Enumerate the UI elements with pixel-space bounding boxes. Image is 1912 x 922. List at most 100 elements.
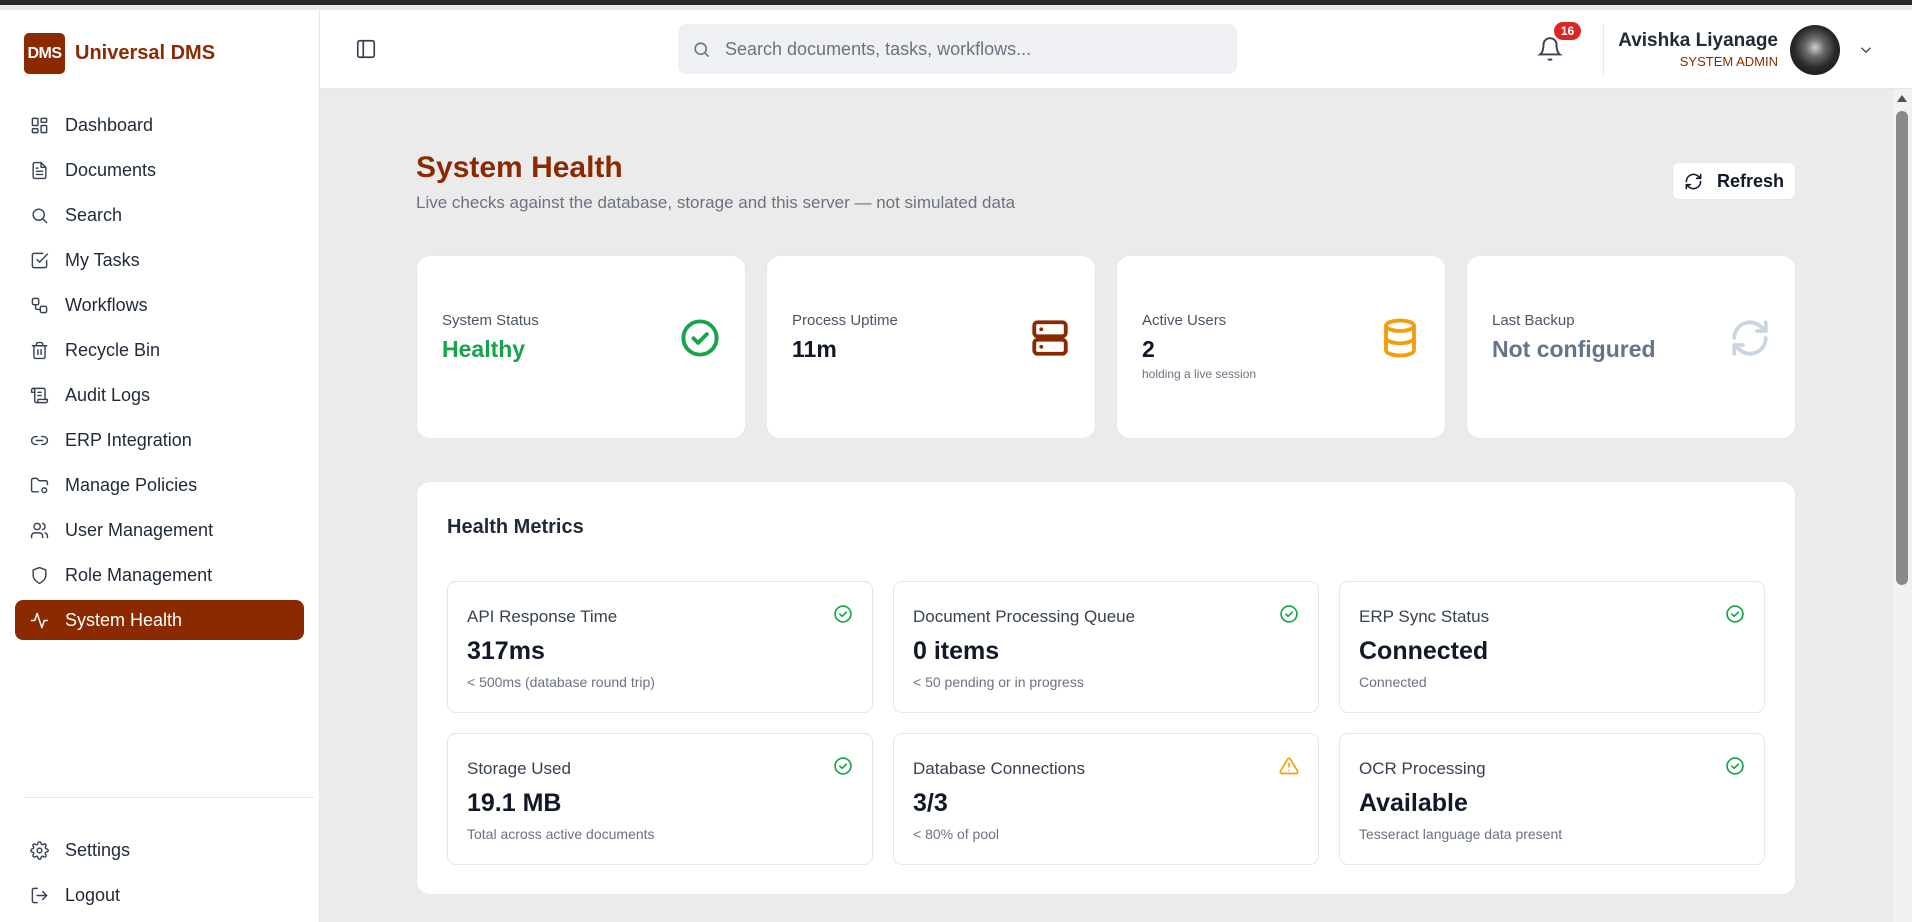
user-info[interactable]: Avishka Liyanage SYSTEM ADMIN — [1618, 30, 1778, 69]
sidebar-item-label: Manage Policies — [65, 474, 198, 495]
notification-count-badge: 16 — [1554, 22, 1581, 40]
scroll-thumb[interactable] — [1896, 111, 1908, 585]
sidebar-item-user-management[interactable]: User Management — [15, 510, 304, 550]
database-icon — [1379, 317, 1421, 359]
sidebar-item-label: Role Management — [65, 564, 213, 585]
health-metrics-title: Health Metrics — [447, 516, 584, 538]
health-metrics-panel: Health Metrics API Response Time 317ms <… — [416, 481, 1796, 895]
check-circle-icon — [679, 317, 721, 359]
scroll-up-arrow[interactable] — [1897, 95, 1907, 102]
activity-icon — [30, 612, 49, 628]
sidebar-toggle-button[interactable] — [355, 38, 377, 60]
check-circle-icon — [1279, 604, 1299, 624]
sidebar-item-audit-logs[interactable]: Audit Logs — [15, 375, 304, 415]
sidebar-item-workflows[interactable]: Workflows — [15, 285, 304, 325]
metric-note: < 80% of pool — [913, 826, 1000, 842]
users-icon — [30, 522, 49, 538]
user-menu-toggle[interactable] — [1857, 41, 1875, 59]
sidebar-bottom-nav: Settings Logout — [15, 830, 304, 920]
metric-note: Total across active documents — [467, 826, 655, 842]
sidebar-item-label: Documents — [65, 159, 157, 180]
sidebar-item-label: Audit Logs — [65, 384, 151, 405]
stat-card-last-backup: Last Backup Not configured — [1466, 255, 1796, 439]
sidebar-item-manage-policies[interactable]: Manage Policies — [15, 465, 304, 505]
metric-card-database-connections: Database Connections 3/3 < 80% of pool — [893, 733, 1319, 865]
warning-triangle-icon — [1279, 756, 1299, 776]
refresh-label: Refresh — [1716, 170, 1785, 191]
sidebar-nav: Dashboard Documents Search My Tasks Work… — [15, 105, 304, 645]
brand[interactable]: DMS Universal DMS — [24, 33, 215, 74]
server-icon — [1029, 317, 1071, 359]
folder-cog-icon — [30, 477, 49, 493]
sidebar-item-label: Workflows — [65, 294, 148, 315]
metric-label: Storage Used — [467, 759, 571, 778]
search-icon — [32, 207, 48, 223]
stat-card-active-users: Active Users 2 holding a live session — [1116, 255, 1446, 439]
metric-card-storage-used: Storage Used 19.1 MB Total across active… — [447, 733, 873, 865]
stat-note: holding a live session — [1142, 367, 1257, 381]
sidebar-item-erp-integration[interactable]: ERP Integration — [15, 420, 304, 460]
check-circle-icon — [833, 604, 853, 624]
workflow-icon — [31, 297, 48, 313]
page-title: System Health — [416, 151, 623, 184]
metric-value: Connected — [1359, 637, 1489, 665]
sidebar-item-dashboard[interactable]: Dashboard — [15, 105, 304, 145]
check-circle-icon — [833, 756, 853, 776]
shield-icon — [32, 566, 47, 584]
metric-note: < 50 pending or in progress — [913, 674, 1084, 690]
page-subtitle: Live checks against the database, storag… — [416, 193, 1016, 212]
header-divider — [1603, 24, 1604, 76]
sidebar-item-my-tasks[interactable]: My Tasks — [15, 240, 304, 280]
panel-left-icon — [356, 39, 376, 59]
check-circle-icon — [1725, 756, 1745, 776]
metric-label: ERP Sync Status — [1359, 607, 1490, 626]
metric-value: 317ms — [467, 637, 545, 665]
sidebar: DMS Universal DMS Dashboard Documents Se… — [0, 10, 320, 922]
metric-note: Connected — [1359, 674, 1427, 690]
sidebar-item-recycle-bin[interactable]: Recycle Bin — [15, 330, 304, 370]
notifications-button[interactable] — [1537, 36, 1565, 64]
user-role: SYSTEM ADMIN — [1679, 54, 1778, 69]
link-icon — [30, 435, 49, 445]
metric-label: API Response Time — [467, 607, 618, 626]
sidebar-item-label: My Tasks — [65, 249, 140, 270]
avatar[interactable] — [1790, 25, 1840, 75]
metric-value: Available — [1359, 789, 1468, 817]
metric-label: Document Processing Queue — [913, 607, 1136, 626]
brand-logo: DMS — [24, 33, 65, 74]
search-bar[interactable] — [678, 24, 1237, 74]
metric-value: 3/3 — [913, 789, 948, 817]
stat-label: Process Uptime — [792, 312, 898, 329]
topbar: 16 Avishka Liyanage SYSTEM ADMIN — [320, 10, 1912, 89]
metric-card-document-processing-queue: Document Processing Queue 0 items < 50 p… — [893, 581, 1319, 713]
sidebar-item-settings[interactable]: Settings — [15, 830, 304, 870]
refresh-icon — [1729, 317, 1771, 359]
gear-icon — [30, 840, 49, 860]
sidebar-item-label: Dashboard — [65, 114, 154, 135]
check-square-icon — [31, 252, 49, 268]
refresh-button[interactable]: Refresh — [1672, 162, 1796, 200]
sidebar-item-logout[interactable]: Logout — [15, 875, 304, 915]
sidebar-item-role-management[interactable]: Role Management — [15, 555, 304, 595]
metric-note: Tesseract language data present — [1359, 826, 1563, 842]
metric-label: OCR Processing — [1359, 759, 1486, 778]
stat-label: System Status — [442, 312, 539, 329]
bell-icon — [1537, 37, 1563, 61]
metric-value: 0 items — [913, 637, 1000, 665]
sidebar-item-label: ERP Integration — [65, 429, 192, 450]
sidebar-item-label: System Health — [65, 609, 183, 630]
stat-card-process-uptime: Process Uptime 11m — [766, 255, 1096, 439]
search-input[interactable] — [725, 38, 1205, 60]
sidebar-item-search[interactable]: Search — [15, 195, 304, 235]
brand-name: Universal DMS — [75, 42, 216, 64]
logout-icon — [31, 887, 48, 903]
sidebar-item-label: Recycle Bin — [65, 339, 161, 360]
sidebar-item-documents[interactable]: Documents — [15, 150, 304, 190]
sidebar-divider — [24, 797, 314, 798]
metric-card-ocr-processing: OCR Processing Available Tesseract langu… — [1339, 733, 1765, 865]
search-icon — [694, 41, 710, 57]
metric-label: Database Connections — [913, 759, 1086, 778]
page-scrollbar[interactable] — [1893, 89, 1912, 922]
sidebar-item-label: Search — [65, 204, 123, 225]
sidebar-item-system-health[interactable]: System Health — [15, 600, 304, 640]
